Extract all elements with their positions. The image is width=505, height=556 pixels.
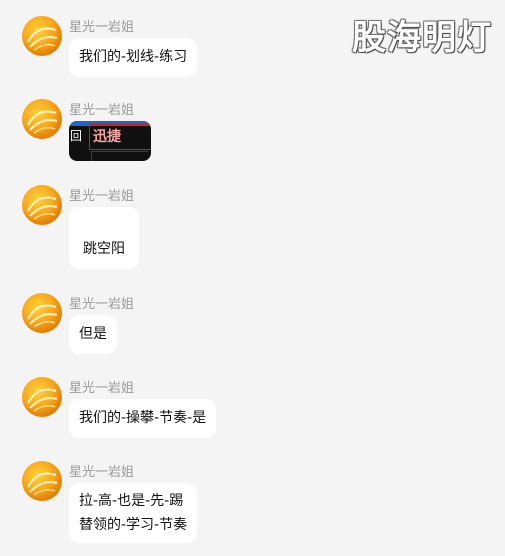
message-bubble[interactable]: 跳空阳 xyxy=(69,207,139,269)
avatar[interactable] xyxy=(22,99,62,139)
avatar[interactable] xyxy=(22,293,62,333)
sender-name: 星光一岩姐 xyxy=(69,465,135,480)
sender-name: 星光一岩姐 xyxy=(69,189,135,204)
message-bubble[interactable]: 我们的-操攀-节奏-是 xyxy=(69,399,217,438)
image-left-text: 回 xyxy=(70,129,83,143)
message-line: 替领的-学习-节奏 xyxy=(79,517,188,533)
avatar[interactable] xyxy=(22,185,62,225)
sender-name: 星光一岩姐 xyxy=(69,103,135,118)
sender-name: 星光一岩姐 xyxy=(69,381,135,396)
message-bubble[interactable]: 拉-高-也是-先-踢 替领的-学习-节奏 xyxy=(69,483,198,543)
sender-name: 星光一岩姐 xyxy=(69,20,135,35)
sender-name: 星光一岩姐 xyxy=(69,297,135,312)
image-title-text: 迅捷 xyxy=(93,129,121,145)
avatar[interactable] xyxy=(22,377,62,417)
watermark: 股海明灯 xyxy=(352,18,492,58)
avatar[interactable] xyxy=(22,16,62,56)
image-message[interactable]: 回 迅捷 xyxy=(69,121,151,161)
message-bubble[interactable]: 但是 xyxy=(69,315,117,354)
message-line: 拉-高-也是-先-踢 xyxy=(79,493,184,509)
avatar[interactable] xyxy=(22,461,62,501)
image-grid xyxy=(91,151,148,161)
message-bubble[interactable]: 我们的-划线-练习 xyxy=(69,38,198,77)
message-text: 跳空阳 xyxy=(83,241,125,257)
